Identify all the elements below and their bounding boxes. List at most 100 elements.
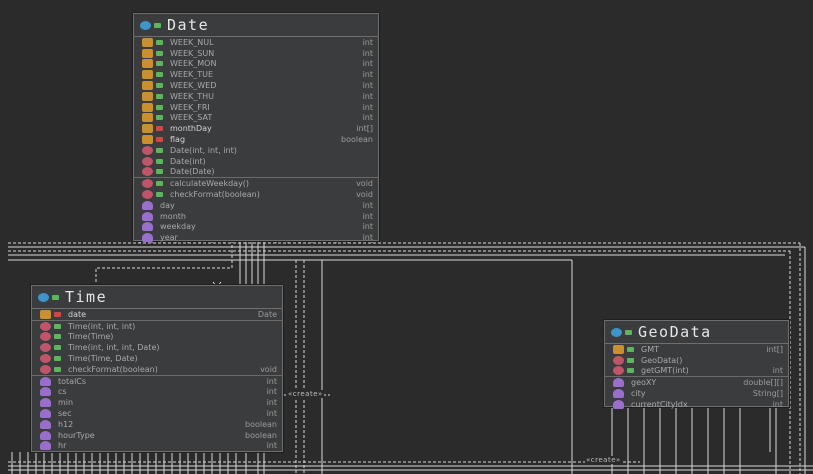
member-row[interactable]: weekday int <box>134 222 378 233</box>
member-row[interactable]: Date(Date) <box>134 167 378 178</box>
class-title: GeoData <box>638 323 712 341</box>
method-icon <box>40 354 51 364</box>
member-name: geoXY <box>631 378 657 388</box>
member-row[interactable]: hr int <box>32 441 282 452</box>
member-row[interactable]: Time(Time) <box>32 332 282 343</box>
property-icon <box>613 399 624 409</box>
public-icon <box>156 181 163 187</box>
member-row[interactable]: year int <box>134 232 378 243</box>
class-title: Time <box>65 288 108 306</box>
public-icon <box>156 39 163 45</box>
member-row[interactable]: flag boolean <box>134 134 378 145</box>
member-name: WEEK_MON <box>170 59 217 69</box>
member-type: boolean <box>245 419 277 429</box>
member-type: int <box>362 70 373 80</box>
member-name: year <box>160 233 178 243</box>
method-icon <box>142 145 153 155</box>
member-type: double[][] <box>743 378 783 388</box>
member-name: hourType <box>58 430 95 440</box>
member-row[interactable]: checkFormat(boolean) void <box>32 364 282 375</box>
member-row[interactable]: min int <box>32 397 282 408</box>
member-type: int <box>362 233 373 243</box>
public-icon <box>54 356 61 362</box>
member-type: int <box>772 399 783 409</box>
member-row[interactable]: Time(Time, Date) <box>32 353 282 364</box>
member-row[interactable]: hourType boolean <box>32 430 282 441</box>
member-row[interactable]: day int <box>134 200 378 211</box>
member-row[interactable]: WEEK_MON int <box>134 59 378 70</box>
member-row[interactable]: WEEK_THU int <box>134 91 378 102</box>
field-icon <box>142 59 153 69</box>
member-row[interactable]: h12 boolean <box>32 419 282 430</box>
field-icon <box>142 91 153 101</box>
public-icon <box>156 83 163 89</box>
member-row[interactable]: date Date <box>32 309 282 320</box>
member-row[interactable]: WEEK_FRI int <box>134 102 378 113</box>
member-row[interactable]: city String[] <box>605 388 788 399</box>
member-name: WEEK_NUL <box>170 37 214 47</box>
member-row[interactable]: Time(int, int, int) <box>32 319 282 332</box>
method-icon <box>142 190 153 200</box>
class-geodata[interactable]: GeoData GMT int[] GeoData() getGMT(int) int g… <box>604 320 789 410</box>
class-icon <box>140 20 151 30</box>
property-icon <box>40 387 51 397</box>
member-row[interactable]: calculateWeekday() void <box>134 177 378 189</box>
member-type: void <box>356 190 373 200</box>
public-icon <box>54 366 61 372</box>
public-icon <box>156 169 163 175</box>
member-type: int <box>362 48 373 58</box>
member-row[interactable]: checkFormat(boolean) void <box>134 189 378 200</box>
method-icon <box>613 355 624 365</box>
member-row[interactable]: totalCs int <box>32 374 282 387</box>
member-row[interactable]: geoXY double[][] <box>605 376 788 388</box>
member-type: int <box>266 387 277 397</box>
property-icon <box>40 398 51 408</box>
member-row[interactable]: Date(int, int, int) <box>134 145 378 156</box>
private-icon <box>156 126 163 132</box>
member-row[interactable]: GeoData() <box>605 355 788 366</box>
member-name: month <box>160 211 186 221</box>
member-type: int <box>362 81 373 91</box>
public-icon <box>627 346 634 352</box>
member-row[interactable]: sec int <box>32 408 282 419</box>
member-row[interactable]: monthDay int[] <box>134 123 378 134</box>
member-name: Time(int, int, int) <box>68 321 136 331</box>
member-type: int <box>362 37 373 47</box>
member-row[interactable]: WEEK_NUL int <box>134 37 378 48</box>
member-name: totalCs <box>58 376 87 386</box>
property-icon <box>613 378 624 388</box>
member-row[interactable]: getGMT(int) int <box>605 366 788 377</box>
member-name: calculateWeekday() <box>170 179 250 189</box>
public-icon <box>156 93 163 99</box>
class-header: Date <box>134 14 378 37</box>
member-row[interactable]: Time(int, int, int, Date) <box>32 342 282 353</box>
member-name: Date(Date) <box>170 167 215 177</box>
member-row[interactable]: WEEK_SAT int <box>134 113 378 124</box>
member-name: WEEK_THU <box>170 91 215 101</box>
method-icon <box>613 366 624 376</box>
member-row[interactable]: Date(int) <box>134 156 378 167</box>
member-type: int <box>362 102 373 112</box>
class-date[interactable]: Date WEEK_NUL int WEEK_SUN int WEEK_MON int WE… <box>133 13 379 243</box>
public-icon <box>627 368 634 374</box>
public-icon <box>156 50 163 56</box>
member-row[interactable]: currentCityIdx int <box>605 399 788 410</box>
member-name: monthDay <box>170 124 212 134</box>
member-row[interactable]: GMT int[] <box>605 344 788 355</box>
member-row[interactable]: month int <box>134 211 378 222</box>
public-icon <box>54 323 61 329</box>
member-row[interactable]: cs int <box>32 387 282 398</box>
member-type: int[] <box>356 124 373 134</box>
member-row[interactable]: WEEK_TUE int <box>134 69 378 80</box>
member-type: int <box>362 113 373 123</box>
member-list: date Date Time(int, int, int) Time(Time) Tim… <box>32 309 282 451</box>
class-time[interactable]: Time date Date Time(int, int, int) Time(Tim… <box>31 285 283 452</box>
member-row[interactable]: WEEK_SUN int <box>134 48 378 59</box>
member-row[interactable]: WEEK_WED int <box>134 80 378 91</box>
property-icon <box>40 430 51 440</box>
member-name: weekday <box>160 222 196 232</box>
property-icon <box>40 419 51 429</box>
method-icon <box>40 343 51 353</box>
member-type: Date <box>257 309 277 319</box>
public-icon <box>54 345 61 351</box>
